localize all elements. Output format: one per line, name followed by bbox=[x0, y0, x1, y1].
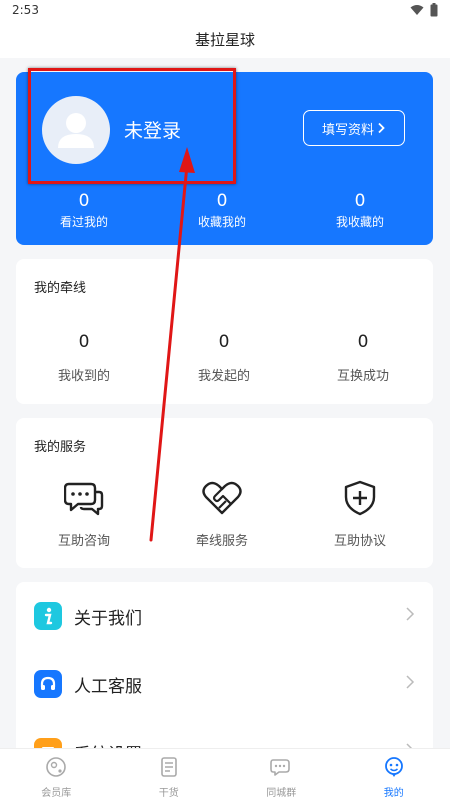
member-icon bbox=[46, 757, 67, 777]
group-chat-icon bbox=[270, 759, 291, 776]
services-title: 我的服务 bbox=[34, 440, 87, 455]
stat-value: 0 bbox=[78, 191, 90, 211]
avatar[interactable] bbox=[42, 96, 110, 164]
thread-exchanged[interactable]: 0 互换成功 bbox=[303, 331, 423, 384]
status-time: 2:53 bbox=[12, 3, 39, 17]
default-user-icon bbox=[58, 113, 94, 148]
service-label: 互助咨询 bbox=[57, 534, 110, 549]
stat-value: 0 bbox=[216, 191, 228, 211]
service-matchmaking[interactable]: 牵线服务 bbox=[162, 480, 282, 549]
menu-item-customer-service[interactable]: 人工客服 bbox=[16, 650, 433, 718]
fill-profile-button[interactable]: 填写资料 bbox=[303, 110, 405, 146]
thread-value: 0 bbox=[357, 332, 369, 352]
services-card: 我的服务 互助咨询 牵线服务 互助协议 bbox=[16, 418, 433, 568]
login-status[interactable]: 未登录 bbox=[124, 116, 181, 143]
app-bar: 基拉星球 bbox=[0, 22, 450, 58]
thread-initiated[interactable]: 0 我发起的 bbox=[164, 331, 284, 384]
chat-bubbles-icon bbox=[64, 482, 104, 516]
nav-label: 同城群 bbox=[266, 788, 297, 799]
thread-label: 我收到的 bbox=[57, 369, 110, 384]
wifi-icon bbox=[410, 5, 424, 15]
status-bar: 2:53 bbox=[0, 0, 450, 22]
thread-value: 0 bbox=[218, 332, 230, 352]
stat-label: 收藏我的 bbox=[197, 215, 246, 229]
menu-label: 人工客服 bbox=[74, 677, 142, 697]
status-icons bbox=[410, 3, 438, 17]
info-icon bbox=[34, 602, 62, 630]
profile-card: 未登录 填写资料 0 看过我的 0 收藏我的 0 我收藏的 bbox=[16, 72, 433, 245]
menu-label: 关于我们 bbox=[74, 609, 142, 629]
thread-received[interactable]: 0 我收到的 bbox=[24, 331, 144, 384]
thread-value: 0 bbox=[78, 332, 90, 352]
service-agreement[interactable]: 互助协议 bbox=[300, 480, 420, 549]
thread-label: 互换成功 bbox=[336, 369, 389, 384]
battery-icon bbox=[430, 3, 438, 17]
app-title: 基拉星球 bbox=[194, 31, 255, 49]
service-consult[interactable]: 互助咨询 bbox=[24, 480, 144, 549]
stat-my-favorites[interactable]: 0 我收藏的 bbox=[300, 190, 420, 231]
stat-favorited-me[interactable]: 0 收藏我的 bbox=[162, 190, 282, 231]
stat-value: 0 bbox=[354, 191, 366, 211]
nav-label: 会员库 bbox=[41, 788, 72, 799]
stat-viewed-me[interactable]: 0 看过我的 bbox=[24, 190, 144, 231]
bottom-nav: 会员库 干货 同城群 我的 bbox=[0, 748, 450, 800]
threads-title: 我的牵线 bbox=[34, 281, 87, 296]
headset-icon bbox=[34, 670, 62, 698]
shield-plus-icon bbox=[344, 480, 376, 516]
chevron-right-icon bbox=[378, 122, 385, 134]
nav-mine[interactable]: 我的 bbox=[338, 749, 450, 800]
nav-articles[interactable]: 干货 bbox=[113, 749, 226, 800]
stat-label: 我收藏的 bbox=[335, 215, 384, 229]
threads-card: 我的牵线 0 我收到的 0 我发起的 0 互换成功 bbox=[16, 259, 433, 404]
service-label: 互助协议 bbox=[333, 534, 386, 549]
nav-label: 我的 bbox=[383, 788, 404, 799]
chevron-right-icon bbox=[406, 675, 415, 689]
mine-icon bbox=[384, 757, 403, 777]
thread-label: 我发起的 bbox=[197, 369, 250, 384]
fill-profile-label: 填写资料 bbox=[321, 122, 374, 138]
handshake-heart-icon bbox=[202, 481, 242, 515]
menu-item-about[interactable]: 关于我们 bbox=[16, 582, 433, 650]
chevron-right-icon bbox=[406, 607, 415, 621]
nav-label: 干货 bbox=[158, 788, 179, 799]
service-label: 牵线服务 bbox=[195, 534, 248, 549]
article-icon bbox=[160, 757, 177, 777]
nav-local-group[interactable]: 同城群 bbox=[225, 749, 338, 800]
menu-card: 关于我们 人工客服 系统设置 bbox=[16, 582, 433, 772]
nav-member-library[interactable]: 会员库 bbox=[0, 749, 113, 800]
stat-label: 看过我的 bbox=[59, 215, 108, 229]
